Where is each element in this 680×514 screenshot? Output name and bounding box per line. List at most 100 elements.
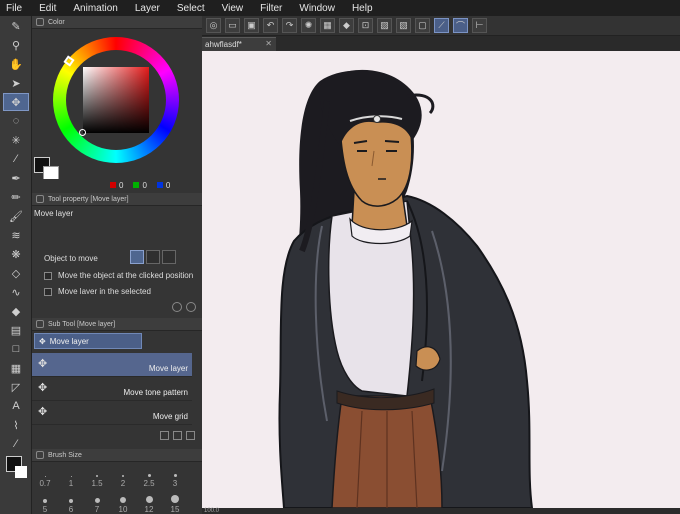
menu-view[interactable]: View (222, 3, 244, 14)
figure-icon[interactable]: □ (3, 340, 29, 358)
zoom-tool-icon[interactable]: ⚲ (3, 36, 29, 54)
color-swatch-icon[interactable] (3, 454, 29, 480)
menu-select[interactable]: Select (177, 3, 205, 14)
loading-icon[interactable]: ✺ (301, 18, 316, 33)
transform-icon[interactable]: ⊡ (358, 18, 373, 33)
trash-icon[interactable] (186, 431, 195, 440)
eyedropper-icon[interactable]: ⁄ (3, 150, 29, 168)
reset-icon[interactable] (172, 302, 182, 312)
move-tool-icon[interactable]: ✥ (3, 93, 29, 111)
menu-animation[interactable]: Animation (73, 3, 117, 14)
sub-tool-item[interactable]: ✥ Move grid (32, 401, 192, 425)
window-icon[interactable]: ▭ (225, 18, 240, 33)
tool-palette: ✎ ⚲ ✋ ➤ ✥ ◌ ✳ ⁄ ✒ ✏ 🖌 ≋ ❋ ◇ ∿ ◆ ▤ □ ▦ ◸ … (0, 16, 32, 514)
blend-icon[interactable]: ∿ (3, 283, 29, 301)
gradient-icon[interactable]: ▤ (3, 321, 29, 339)
ruler-snap-icon[interactable]: ⟋ (434, 18, 449, 33)
option1-label: Move the object at the clicked position (58, 271, 194, 280)
redo-icon[interactable]: ↷ (282, 18, 297, 33)
layer-target-button[interactable] (130, 250, 144, 264)
close-icon[interactable]: ✕ (265, 39, 272, 48)
invert-selection-icon[interactable]: ▧ (396, 18, 411, 33)
magic-wand-icon[interactable]: ✳ (3, 131, 29, 149)
text-icon[interactable]: A (3, 397, 29, 415)
correction-icon[interactable]: ⁄ (3, 435, 29, 453)
panel-grip-icon (36, 451, 44, 459)
brush-size-cell[interactable]: 10 (110, 492, 136, 514)
brush-size-cell[interactable]: 2 (110, 466, 136, 488)
brush-size-cell[interactable]: 15 (162, 492, 188, 514)
menu-window[interactable]: Window (299, 3, 335, 14)
brush-size-cell[interactable]: 0.7 (32, 466, 58, 488)
sub-tool-title: Sub Tool [Move layer] (32, 318, 202, 331)
menu-file[interactable]: File (6, 3, 22, 14)
pencil-icon[interactable]: ✏ (3, 188, 29, 206)
object-tool-icon[interactable]: ➤ (3, 74, 29, 92)
deselect-icon[interactable]: ▨ (377, 18, 392, 33)
document-tab[interactable]: ahwflasdf* ✕ (202, 37, 276, 51)
brush-size-cell[interactable]: 1.5 (84, 466, 110, 488)
pen-tool-icon[interactable]: ✎ (3, 17, 29, 35)
special-ruler-snap-icon[interactable]: ⌒ (453, 18, 468, 33)
brush-icon[interactable]: 🖌 (3, 207, 29, 225)
lasso-tool-icon[interactable]: ◌ (3, 112, 29, 130)
menu-bar: File Edit Animation Layer Select View Fi… (0, 0, 680, 16)
grid-target-button[interactable] (162, 250, 176, 264)
brush-size-cell[interactable]: 12 (136, 492, 162, 514)
panel-grip-icon (36, 320, 44, 328)
menu-filter[interactable]: Filter (260, 3, 282, 14)
copy-icon[interactable] (173, 431, 182, 440)
brush-size-cell[interactable]: 7 (84, 492, 110, 514)
fill-bucket-icon[interactable]: ◆ (339, 18, 354, 33)
brush-size-cell[interactable]: 3 (162, 466, 188, 488)
move-icon: ✥ (38, 358, 48, 370)
tool-property-panel: Move layer Object to move Move the objec… (32, 206, 202, 318)
status-bar: 100.0 (202, 508, 680, 514)
left-panels: Color 0 0 0 Tool property [Move layer] M… (32, 16, 202, 514)
undo-icon[interactable]: ↶ (263, 18, 278, 33)
option1-checkbox[interactable] (44, 272, 52, 280)
sub-tool-item[interactable]: ✥ Move tone pattern (32, 377, 192, 401)
tool-name: Move layer (34, 208, 74, 218)
select-all-icon[interactable]: ▢ (415, 18, 430, 33)
object-to-move-label: Object to move (44, 253, 98, 263)
color-wheel-panel (32, 29, 202, 182)
move-icon: ✥ (38, 382, 48, 394)
option2-label: Move layer in the selected (58, 287, 151, 294)
pen-icon[interactable]: ✒ (3, 169, 29, 187)
tone-target-button[interactable] (146, 250, 160, 264)
panel-grip-icon (36, 18, 44, 26)
fill-icon[interactable]: ◆ (3, 302, 29, 320)
airbrush-icon[interactable]: ≋ (3, 226, 29, 244)
canvas-icon[interactable]: ◎ (206, 18, 221, 33)
zoom-level[interactable]: 100.0 (204, 508, 219, 514)
eraser-icon[interactable]: ◇ (3, 264, 29, 282)
brush-size-title: Brush Size (32, 449, 202, 462)
sub-tool-group-tab[interactable]: ✥ Move layer (34, 333, 142, 349)
download-icon[interactable] (160, 431, 169, 440)
drawing-canvas[interactable] (202, 51, 680, 508)
saturation-value-square[interactable] (83, 67, 149, 133)
decoration-icon[interactable]: ❋ (3, 245, 29, 263)
camera-icon[interactable]: ▣ (244, 18, 259, 33)
menu-help[interactable]: Help (352, 3, 373, 14)
command-bar: ◎ ▭ ▣ ↶ ↷ ✺ ▦ ◆ ⊡ ▨ ▧ ▢ ⟋ ⌒ ⊢ (202, 16, 680, 36)
brush-size-cell[interactable]: 1 (58, 466, 84, 488)
option2-checkbox[interactable] (44, 288, 52, 296)
move-icon: ✥ (39, 336, 46, 346)
brush-size-cell[interactable]: 5 (32, 492, 58, 514)
hand-tool-icon[interactable]: ✋ (3, 55, 29, 73)
sv-cursor-icon[interactable] (79, 129, 86, 136)
menu-layer[interactable]: Layer (135, 3, 160, 14)
grid-snap-icon[interactable]: ⊢ (472, 18, 487, 33)
green-value: 0 (142, 181, 147, 190)
brush-size-cell[interactable]: 6 (58, 492, 84, 514)
frame-icon[interactable]: ▦ (3, 359, 29, 377)
balloon-icon[interactable]: ⌇ (3, 416, 29, 434)
layer-settings-icon[interactable]: ▦ (320, 18, 335, 33)
settings-icon[interactable] (186, 302, 196, 312)
sub-tool-item[interactable]: ✥ Move layer (32, 353, 192, 377)
brush-size-cell[interactable]: 2.5 (136, 466, 162, 488)
ruler-icon[interactable]: ◸ (3, 378, 29, 396)
menu-edit[interactable]: Edit (39, 3, 56, 14)
